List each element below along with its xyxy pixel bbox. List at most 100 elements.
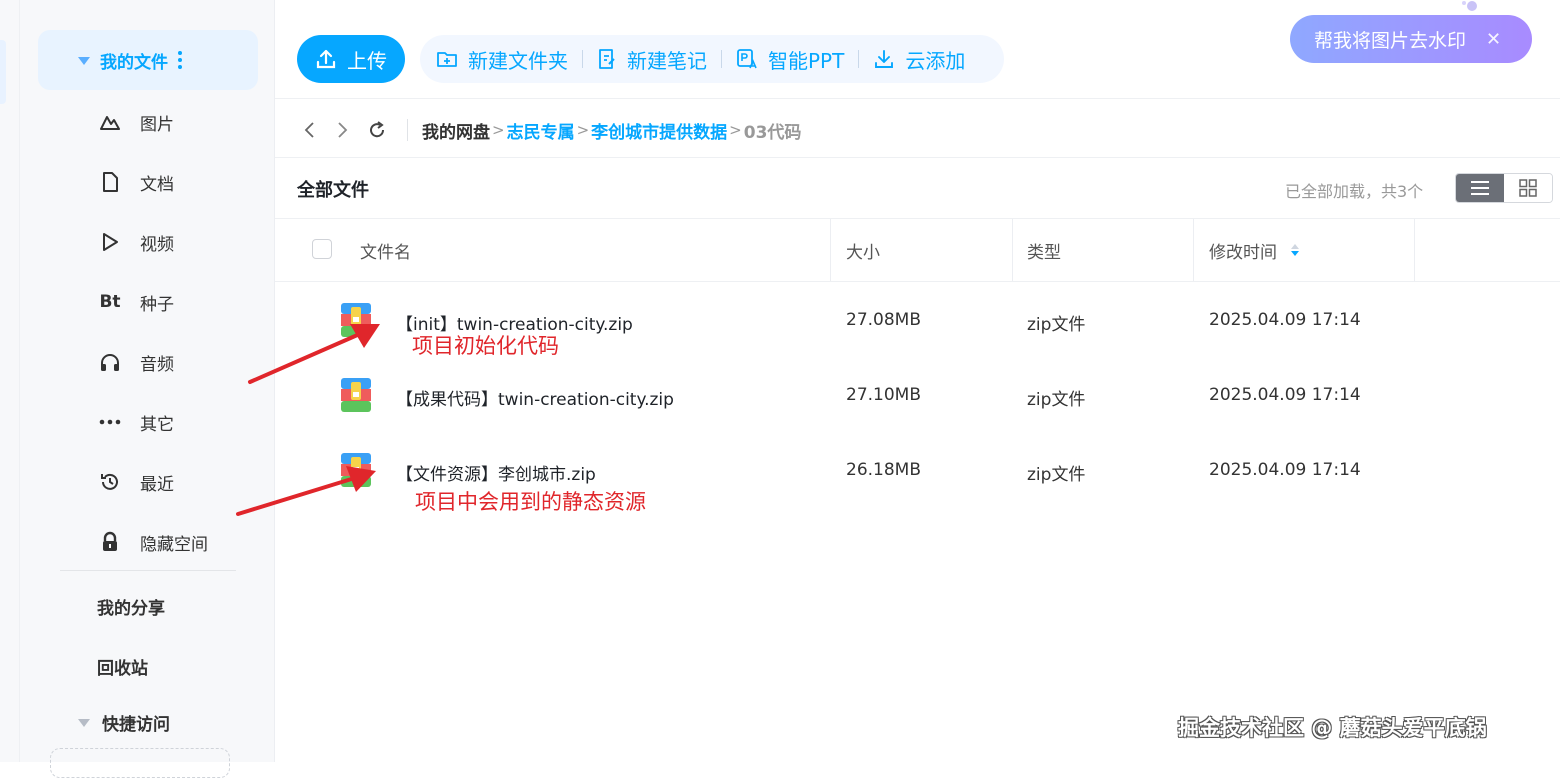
sidebar-item-label: 最近 xyxy=(140,474,174,495)
annotation-text: 项目中会用到的静态资源 xyxy=(415,490,646,514)
breadcrumb-item[interactable]: 志民专属 xyxy=(507,118,575,143)
file-type: zip文件 xyxy=(1027,315,1086,335)
breadcrumb-root[interactable]: 我的网盘 xyxy=(422,118,490,143)
new-folder-button[interactable]: 新建文件夹 xyxy=(436,45,568,74)
new-folder-label: 新建文件夹 xyxy=(468,48,568,73)
more-icon xyxy=(98,410,122,434)
credit-watermark: 掘金技术社区 @ 蘑菇头爱平底锅 xyxy=(1178,716,1487,740)
view-toggle xyxy=(1455,173,1553,203)
list-title: 全部文件 xyxy=(297,180,369,201)
breadcrumb-chevron: > xyxy=(576,121,590,139)
smart-ppt-button[interactable]: 智能PPT xyxy=(736,45,844,74)
column-divider xyxy=(1193,219,1194,281)
file-name[interactable]: 【成果代码】twin-creation-city.zip xyxy=(396,385,674,410)
column-header-size[interactable]: 大小 xyxy=(846,219,880,281)
ppt-icon xyxy=(737,49,757,69)
collapse-triangle-icon xyxy=(78,718,90,727)
sidebar-item-images[interactable]: 图片 xyxy=(98,106,174,138)
sort-icon[interactable] xyxy=(1291,244,1299,256)
left-rail-indicator xyxy=(0,40,6,104)
sidebar-divider xyxy=(60,570,236,571)
file-modified: 2025.04.09 17:14 xyxy=(1209,385,1361,405)
toolbar-divider xyxy=(582,50,583,68)
file-size: 26.18MB xyxy=(846,460,921,480)
document-icon xyxy=(98,170,122,194)
sidebar-recycle-bin[interactable]: 回收站 xyxy=(97,654,148,679)
image-icon xyxy=(98,110,122,134)
file-type: zip文件 xyxy=(1027,465,1086,485)
sidebar-item-documents[interactable]: 文档 xyxy=(98,166,174,198)
breadcrumb-chevron: > xyxy=(492,121,505,139)
more-vertical-icon[interactable] xyxy=(178,51,182,69)
action-toolbar: 新建文件夹 新建笔记 智能PPT 云添加 xyxy=(420,35,1004,83)
sidebar-my-files[interactable]: 我的文件 xyxy=(38,30,258,90)
breadcrumb-current: 03代码 xyxy=(743,122,802,143)
toolbar-divider xyxy=(858,50,860,68)
divider xyxy=(275,281,1560,282)
sidebar-item-label: 种子 xyxy=(140,294,174,315)
annotation-arrows xyxy=(236,324,380,516)
remove-watermark-label: 帮我将图片去水印 xyxy=(1314,29,1467,52)
breadcrumb-chevron: > xyxy=(729,121,742,139)
column-header-type[interactable]: 类型 xyxy=(1027,219,1061,281)
forward-arrow-icon[interactable] xyxy=(331,121,355,139)
headphones-icon xyxy=(98,350,122,374)
my-files-label: 我的文件 xyxy=(100,52,168,73)
breadcrumb: 我的网盘 > 志民专属 > 李创城市提供数据 > 03代码 xyxy=(297,110,801,150)
grid-view-icon[interactable] xyxy=(1504,174,1552,202)
breadcrumb-item[interactable]: 李创城市提供数据 xyxy=(591,118,727,143)
file-size: 27.10MB xyxy=(846,385,921,405)
sidebar-item-label: 图片 xyxy=(140,114,174,135)
cloud-add-button[interactable]: 云添加 xyxy=(873,45,965,74)
file-modified: 2025.04.09 17:14 xyxy=(1209,310,1361,330)
sidebar-item-label: 视频 xyxy=(140,234,174,255)
new-note-label: 新建笔记 xyxy=(627,48,707,73)
new-note-button[interactable]: 新建笔记 xyxy=(597,45,707,74)
sidebar-item-recent[interactable]: 最近 xyxy=(98,466,174,498)
upload-button[interactable]: 上传 xyxy=(297,35,405,83)
breadcrumb-separator xyxy=(407,119,408,141)
toolbar-divider-line xyxy=(275,98,1560,99)
lock-icon xyxy=(98,530,122,554)
refresh-icon[interactable] xyxy=(365,120,389,140)
column-divider xyxy=(830,219,831,281)
sidebar-quick-access[interactable]: 快捷访问 xyxy=(78,710,170,735)
sidebar-my-share[interactable]: 我的分享 xyxy=(97,594,165,619)
download-icon xyxy=(875,50,894,68)
sidebar-item-audio[interactable]: 音频 xyxy=(98,346,174,378)
remove-watermark-button[interactable]: 帮我将图片去水印 ✕ xyxy=(1290,15,1532,63)
collapse-triangle-icon[interactable] xyxy=(78,57,90,65)
bt-icon: Bt xyxy=(99,292,121,312)
file-name[interactable]: 【文件资源】李创城市.zip xyxy=(396,460,596,485)
cloud-add-label: 云添加 xyxy=(905,48,966,73)
sidebar-item-label: 音频 xyxy=(140,354,174,375)
sidebar-item-torrents[interactable]: Bt 种子 xyxy=(98,286,174,318)
upload-label: 上传 xyxy=(347,48,387,73)
select-all-checkbox[interactable] xyxy=(312,239,332,259)
annotation-arrow-1 xyxy=(248,324,380,384)
list-view-icon[interactable] xyxy=(1456,174,1504,202)
load-status: 已全部加载，共3个 xyxy=(1285,182,1424,201)
sidebar-item-videos[interactable]: 视频 xyxy=(98,226,174,258)
note-icon xyxy=(599,49,615,69)
history-icon xyxy=(98,470,122,494)
column-header-modified-label: 修改时间 xyxy=(1209,242,1277,263)
upload-icon xyxy=(316,49,336,69)
sidebar-item-label: 其它 xyxy=(140,414,174,435)
file-size: 27.08MB xyxy=(846,310,921,330)
annotation-arrow-2 xyxy=(236,466,376,516)
sidebar-item-hidden-space[interactable]: 隐藏空间 xyxy=(98,526,208,558)
sidebar-item-label: 文档 xyxy=(140,174,174,195)
sidebar-item-others[interactable]: 其它 xyxy=(98,406,174,438)
left-rail xyxy=(0,0,20,762)
close-icon[interactable]: ✕ xyxy=(1486,29,1501,50)
back-arrow-icon[interactable] xyxy=(297,121,321,139)
table-row[interactable]: 【成果代码】twin-creation-city.zip 27.10MB zip… xyxy=(275,377,1560,437)
quick-access-drop-zone[interactable] xyxy=(50,748,230,778)
column-header-modified[interactable]: 修改时间 xyxy=(1209,219,1299,281)
table-header: 文件名 大小 类型 修改时间 xyxy=(275,219,1560,281)
column-header-name[interactable]: 文件名 xyxy=(360,219,411,281)
file-modified: 2025.04.09 17:14 xyxy=(1209,460,1361,480)
smart-ppt-label: 智能PPT xyxy=(768,48,845,73)
quick-access-label: 快捷访问 xyxy=(102,715,170,735)
